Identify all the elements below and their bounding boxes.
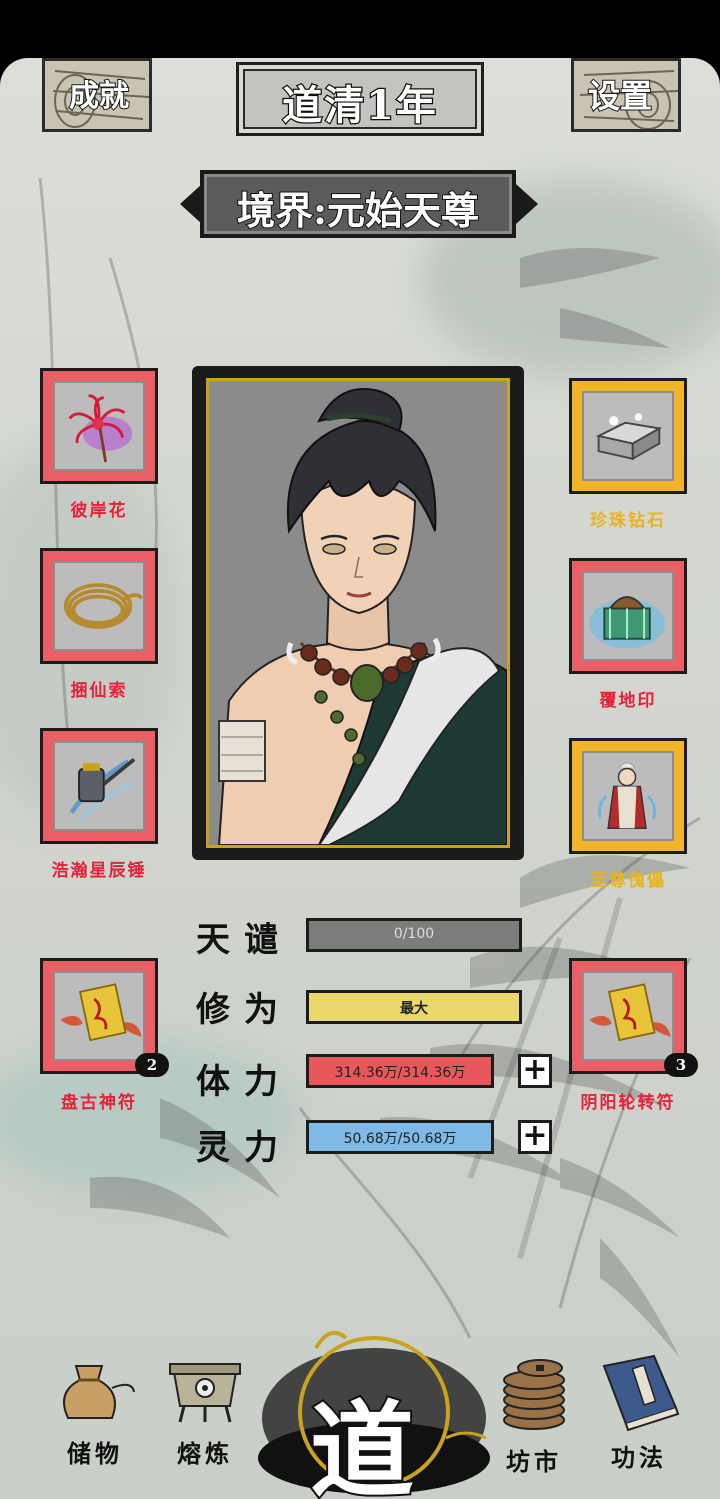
settings-button[interactable]: 设置	[571, 58, 681, 132]
equip-slot-right-1[interactable]	[569, 378, 687, 494]
year-plaque: 道清1年	[236, 62, 484, 136]
nav-market-label: 坊市	[506, 1447, 562, 1476]
settings-label: 设置	[587, 76, 653, 116]
nav-dao-main-button[interactable]: 道	[256, 1308, 492, 1499]
item-count-badge: 3	[664, 1053, 698, 1077]
add-spirit-button[interactable]: +	[518, 1120, 552, 1154]
punishment-bar: 0/100	[306, 918, 522, 952]
achievement-button[interactable]: 成就	[42, 58, 152, 132]
stamina-value: 314.36万/314.36万	[334, 1065, 466, 1081]
character-portrait-frame	[192, 366, 524, 860]
book-icon	[602, 1354, 680, 1432]
equip-name-left-1: 彼岸花	[70, 501, 128, 521]
year-title: 道清1年	[281, 81, 438, 131]
game-screen: 成就 道清1年 设置 境界:元始天尊 彼岸花 捆仙索 浩瀚星辰锤 2 盘古神符 …	[0, 58, 720, 1499]
punishment-value: 0/100	[393, 926, 435, 942]
rope-icon	[63, 583, 144, 629]
nav-storage-label: 储物	[67, 1439, 123, 1468]
realm-right-ornament	[516, 184, 538, 224]
stamina-bar: 314.36万/314.36万	[306, 1054, 494, 1088]
nav-dao-label: 道	[308, 1387, 416, 1499]
item-count-badge: 2	[135, 1053, 169, 1077]
realm-title: 境界:元始天尊	[236, 187, 480, 234]
cultivation-value: 最大	[400, 1001, 428, 1017]
equip-slot-left-4[interactable]: 2	[40, 958, 169, 1077]
nav-skills-label: 功法	[611, 1443, 667, 1472]
equip-name-right-4: 阴阳轮转符	[580, 1093, 676, 1113]
stat-label-cultivation: 修为	[196, 990, 292, 1030]
seal-icon	[589, 596, 665, 649]
equip-name-right-1: 珍珠钻石	[590, 511, 666, 531]
stat-label-spirit: 灵力	[196, 1128, 292, 1168]
equip-name-right-2: 覆地印	[599, 691, 657, 711]
puppet-icon	[598, 762, 657, 829]
realm-left-ornament	[180, 184, 202, 224]
cultivator-character-illustration	[209, 381, 507, 845]
coin-stack-icon	[503, 1359, 565, 1430]
cultivation-bar: 最大	[306, 990, 522, 1024]
achievement-label: 成就	[68, 78, 130, 115]
equip-name-right-3: 至尊傀儡	[590, 871, 666, 891]
cauldron-icon	[169, 1363, 241, 1423]
nav-refine-label: 熔炼	[177, 1439, 233, 1468]
equip-slot-left-1[interactable]	[40, 368, 158, 484]
hammer-icon	[69, 757, 136, 820]
nav-storage[interactable]: 储物	[50, 1348, 140, 1468]
equip-name-left-3: 浩瀚星辰锤	[51, 861, 147, 881]
nav-skills[interactable]: 功法	[594, 1348, 684, 1472]
stat-label-punishment: 天谴	[196, 920, 292, 960]
add-stamina-button[interactable]: +	[518, 1054, 552, 1088]
equip-name-left-2: 捆仙索	[70, 681, 128, 701]
equip-slot-left-3[interactable]	[40, 728, 158, 844]
equip-slot-right-3[interactable]	[569, 738, 687, 854]
realm-banner: 境界:元始天尊	[200, 170, 516, 238]
equip-name-left-4: 盘古神符	[61, 1093, 137, 1113]
nav-market[interactable]: 坊市	[494, 1352, 574, 1476]
talisman-icon	[60, 983, 142, 1042]
nav-refine[interactable]: 熔炼	[160, 1348, 250, 1468]
equip-slot-right-2[interactable]	[569, 558, 687, 674]
character-portrait[interactable]	[206, 378, 510, 848]
talisman-icon	[589, 983, 671, 1042]
red-spider-lily-icon	[68, 394, 133, 463]
equip-slot-left-2[interactable]	[40, 548, 158, 664]
spirit-bar: 50.68万/50.68万	[306, 1120, 494, 1154]
pouch-icon	[63, 1365, 135, 1419]
stat-label-stamina: 体力	[196, 1062, 292, 1102]
equip-slot-right-4[interactable]: 3	[569, 958, 698, 1077]
spirit-value: 50.68万/50.68万	[343, 1131, 457, 1147]
chest-icon	[595, 413, 663, 461]
